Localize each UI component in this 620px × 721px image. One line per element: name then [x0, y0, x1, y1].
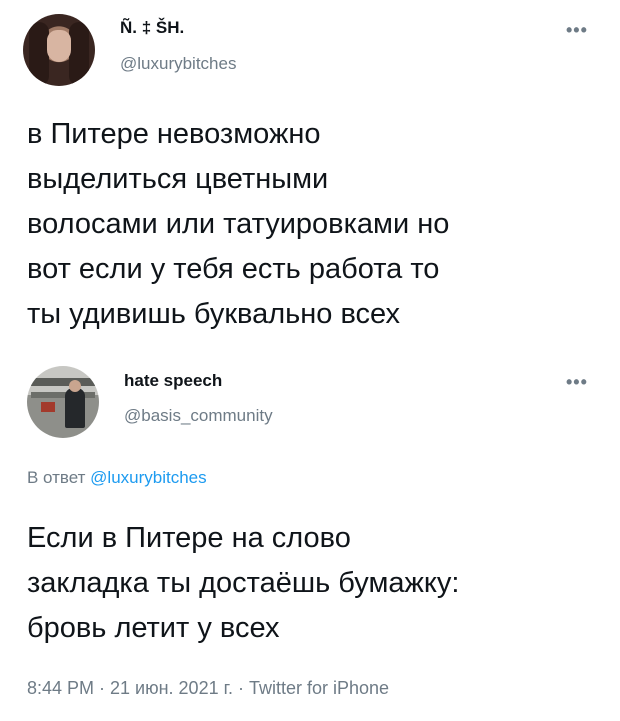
avatar-detail [41, 402, 55, 412]
display-name[interactable]: hate speech [124, 371, 222, 391]
tweet-text-line: Если в Питере на слово [27, 522, 351, 554]
tweet-text-line: бровь летит у всех [27, 612, 280, 644]
tweet-text-line: в Питере невозможно [27, 118, 321, 150]
tweet-text: в Питере невозможно выделиться цветными … [27, 112, 597, 337]
avatar-person [65, 388, 85, 428]
user-handle[interactable]: @luxurybitches [120, 54, 236, 74]
more-options-icon[interactable]: ••• [566, 20, 588, 41]
tweet-text: Если в Питере на слово закладка ты доста… [27, 516, 597, 651]
tweet-text-line: вот если у тебя есть работа то [27, 253, 440, 285]
avatar-shelf [31, 392, 95, 398]
reply-prefix: В ответ [27, 468, 91, 487]
avatar-hair-left [29, 22, 49, 86]
avatar-shelf [31, 378, 95, 386]
avatar-hair-right [69, 22, 89, 86]
more-options-icon[interactable]: ••• [566, 372, 588, 393]
replying-to: В ответ @luxurybitches [27, 468, 207, 488]
tweet-timestamp[interactable]: 8:44 PM · 21 июн. 2021 г. · Twitter for … [27, 678, 389, 699]
tweet-text-line: ты удивишь буквально всех [27, 298, 401, 330]
avatar[interactable] [27, 366, 99, 438]
user-handle[interactable]: @basis_community [124, 406, 273, 426]
tweet-text-line: волосами или татуировками но [27, 208, 450, 240]
avatar-head [69, 380, 81, 392]
avatar[interactable] [23, 14, 95, 86]
display-name[interactable]: Ñ. ‡ ŠH. [120, 18, 184, 38]
tweet-text-line: закладка ты достаёшь бумажку: [27, 567, 460, 599]
avatar-face [47, 30, 71, 62]
tweet-text-line: выделиться цветными [27, 163, 329, 195]
reply-to-link[interactable]: @luxurybitches [90, 468, 206, 487]
